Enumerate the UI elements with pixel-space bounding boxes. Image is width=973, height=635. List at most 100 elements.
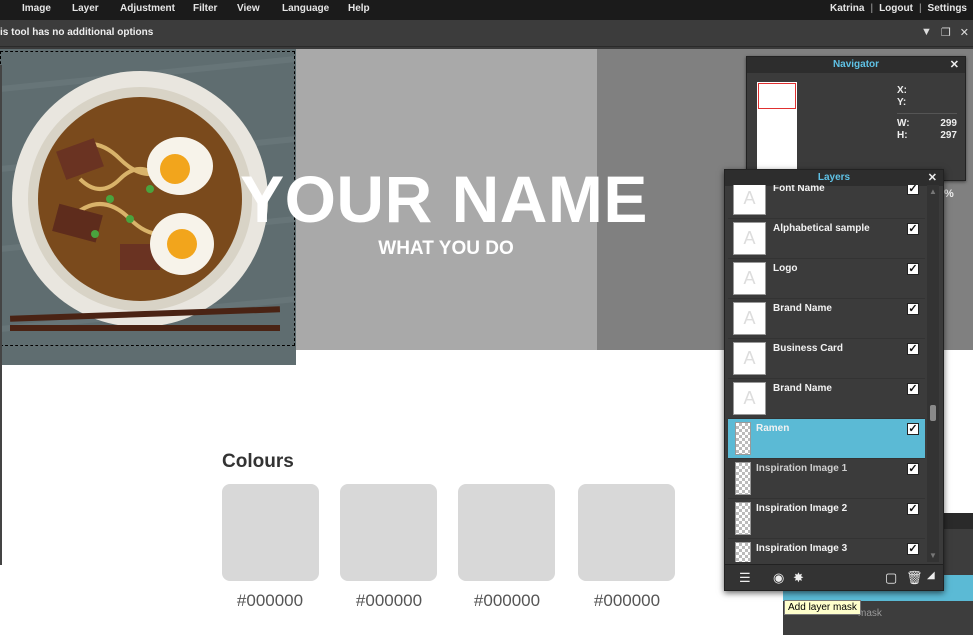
visibility-checkbox[interactable]: ✓	[907, 343, 919, 355]
window-controls: ▼ ❐ ✕	[921, 26, 969, 39]
layer-thumbnail: A	[733, 342, 766, 375]
new-layer-icon[interactable]: ▢	[885, 570, 897, 586]
colour-hex-label: #000000	[593, 591, 661, 610]
colour-swatch	[578, 484, 675, 581]
user-name[interactable]: Katrina	[830, 3, 864, 14]
layer-name: Font Name	[773, 185, 825, 194]
layer-thumbnail: A	[733, 222, 766, 255]
close-icon[interactable]: ✕	[928, 170, 937, 186]
navigator-info: X: Y: W: 299 H: 297	[897, 85, 957, 142]
layer-toolbar: ☰ ◉ ✸ ▢ 🗑 ◢	[725, 564, 943, 590]
navigator-title-bar[interactable]: Navigator ✕	[747, 57, 965, 73]
layer-thumbnail	[735, 502, 751, 535]
colour-hex-label: #000000	[355, 591, 423, 610]
trash-icon[interactable]: 🗑	[906, 570, 923, 586]
add-layer-mask-icon[interactable]: ◉	[773, 570, 784, 586]
layer-name: Ramen	[756, 423, 790, 434]
colour-hex-label: #000000	[236, 591, 304, 610]
chevron-down-icon[interactable]: ▼	[921, 26, 932, 39]
visibility-checkbox[interactable]: ✓	[907, 383, 919, 395]
navigator-title: Navigator	[832, 59, 880, 70]
layer-scrollbar[interactable]: ▲ ▼	[927, 185, 939, 562]
h-value: 297	[940, 130, 957, 141]
canvas-subtitle-text: WHAT YOU DO	[378, 238, 514, 259]
colour-swatch	[222, 484, 319, 581]
scroll-up-icon[interactable]: ▲	[929, 187, 937, 196]
layer-thumbnail: A	[733, 302, 766, 335]
scrollbar-thumb[interactable]	[930, 405, 936, 421]
account-links: Katrina | Logout | Settings	[830, 3, 967, 14]
visibility-checkbox[interactable]: ✓	[907, 303, 919, 315]
visibility-checkbox[interactable]: ✓	[907, 423, 919, 435]
layers-title: Layers	[817, 172, 851, 183]
layer-row-selected[interactable]: Ramen ✓	[728, 419, 925, 459]
layer-settings-icon[interactable]: ☰	[739, 570, 751, 586]
layer-row[interactable]: Inspiration Image 2 ✓	[728, 499, 925, 539]
w-label: W:	[897, 118, 910, 129]
layer-thumbnail	[735, 462, 751, 495]
h-label: H:	[897, 130, 908, 141]
menu-layer[interactable]: Layer	[72, 3, 99, 14]
close-icon[interactable]: ✕	[960, 26, 969, 39]
layer-name: Logo	[773, 263, 798, 274]
restore-window-icon[interactable]: ❐	[941, 26, 951, 39]
menu-language[interactable]: Language	[282, 3, 329, 14]
menu-adjustment[interactable]: Adjustment	[120, 3, 175, 14]
layer-row[interactable]: A Brand Name ✓	[728, 379, 925, 419]
layer-name: Brand Name	[773, 303, 832, 314]
navigator-viewport-box[interactable]	[758, 83, 796, 109]
navigator-panel: Navigator ✕ X: Y: W: 299 H: 297	[746, 56, 966, 182]
navigator-thumbnail[interactable]	[757, 82, 797, 182]
w-value: 299	[940, 118, 957, 129]
visibility-checkbox[interactable]: ✓	[907, 503, 919, 515]
menu-help[interactable]: Help	[348, 3, 370, 14]
layer-list[interactable]: A Font Name ✓ A Alphabetical sample ✓ A …	[728, 185, 925, 562]
close-icon[interactable]: ✕	[950, 57, 959, 73]
layer-thumbnail	[735, 422, 751, 455]
layer-row[interactable]: A Alphabetical sample ✓	[728, 219, 925, 259]
colour-swatch	[340, 484, 437, 581]
menu-view[interactable]: View	[237, 3, 260, 14]
layer-row[interactable]: A Business Card ✓	[728, 339, 925, 379]
layer-row[interactable]: Inspiration Image 1 ✓	[728, 459, 925, 499]
menu-image[interactable]: Image	[22, 3, 51, 14]
y-label: Y:	[897, 97, 907, 108]
layers-title-bar[interactable]: Layers ✕	[725, 170, 943, 186]
visibility-checkbox[interactable]: ✓	[907, 463, 919, 475]
layer-thumbnail: A	[733, 382, 766, 415]
history-item-label[interactable]: mask	[858, 608, 882, 619]
tool-options-bar: is tool has no additional options ▼ ❐ ✕	[0, 20, 973, 47]
settings-link[interactable]: Settings	[928, 3, 967, 14]
layer-styles-icon[interactable]: ✸	[793, 570, 804, 586]
layer-name: Alphabetical sample	[773, 223, 870, 234]
layer-thumbnail: A	[733, 262, 766, 295]
menu-bar: Image Layer Adjustment Filter View Langu…	[0, 0, 973, 20]
separator: |	[870, 3, 874, 14]
x-label: X:	[897, 85, 907, 96]
menu-filter[interactable]: Filter	[193, 3, 217, 14]
layer-row[interactable]: A Font Name ✓	[728, 185, 925, 219]
layer-thumbnail	[735, 542, 751, 562]
layer-name: Inspiration Image 3	[756, 543, 848, 554]
tooltip: Add layer mask	[784, 600, 861, 615]
layer-thumbnail: A	[733, 185, 766, 215]
visibility-checkbox[interactable]: ✓	[907, 543, 919, 555]
resize-grip-icon[interactable]: ◢	[927, 570, 935, 581]
layer-name: Brand Name	[773, 383, 832, 394]
visibility-checkbox[interactable]: ✓	[907, 185, 919, 195]
visibility-checkbox[interactable]: ✓	[907, 223, 919, 235]
left-panel-edge	[0, 65, 2, 565]
history-panel-header	[943, 513, 973, 529]
colours-heading: Colours	[222, 451, 294, 472]
layers-panel: Layers ✕ A Font Name ✓ A Alphabetical sa…	[724, 169, 944, 591]
layer-row[interactable]: Inspiration Image 3 ✓	[728, 539, 925, 562]
visibility-checkbox[interactable]: ✓	[907, 263, 919, 275]
layer-name: Inspiration Image 1	[756, 463, 848, 474]
colour-hex-label: #000000	[473, 591, 541, 610]
layer-row[interactable]: A Brand Name ✓	[728, 299, 925, 339]
scroll-down-icon[interactable]: ▼	[929, 551, 937, 560]
layer-name: Business Card	[773, 343, 844, 354]
layer-row[interactable]: A Logo ✓	[728, 259, 925, 299]
colour-swatch	[458, 484, 555, 581]
logout-link[interactable]: Logout	[879, 3, 913, 14]
